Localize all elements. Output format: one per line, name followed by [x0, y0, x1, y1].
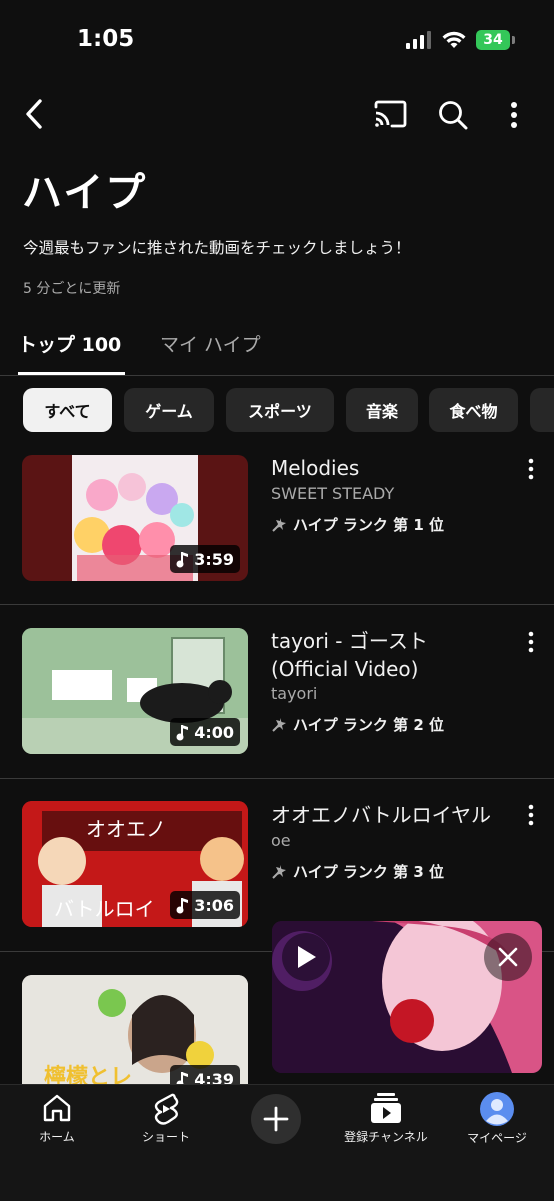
wifi-icon	[442, 31, 466, 48]
chip-more[interactable]	[530, 388, 554, 432]
video-menu-button[interactable]	[523, 804, 539, 826]
video-menu-button[interactable]	[523, 458, 539, 480]
hype-rank-text: ハイプ ランク 第 1 位	[293, 516, 445, 534]
list-divider	[0, 604, 554, 605]
video-thumbnail[interactable]: 檸檬とレ 4:39	[22, 975, 248, 1085]
music-note-icon	[176, 725, 189, 741]
hype-icon	[272, 517, 286, 532]
duration-text: 4:39	[194, 1069, 234, 1086]
back-arrow-icon	[26, 99, 42, 129]
hype-rank-text: ハイプ ランク 第 3 位	[293, 863, 445, 881]
hype-rank: ハイプ ランク 第 2 位	[271, 714, 444, 735]
signal-icon	[406, 31, 431, 49]
more-vert-icon	[528, 458, 534, 480]
duration-text: 3:59	[194, 549, 234, 569]
search-button[interactable]	[436, 98, 470, 132]
duration-text: 3:06	[194, 895, 234, 915]
music-note-icon	[176, 1072, 189, 1085]
nav-my-page-label: マイページ	[467, 1131, 527, 1145]
channel-name[interactable]: oe	[271, 831, 291, 850]
battery-indicator: 34	[476, 30, 515, 50]
hype-rank: ハイプ ランク 第 1 位	[271, 514, 444, 535]
create-button[interactable]	[251, 1094, 301, 1144]
page-description: 今週最もファンに推された動画をチェックしましょう！	[23, 239, 411, 257]
status-time: 1:05	[77, 26, 135, 52]
nav-home[interactable]: ホーム	[30, 1092, 84, 1145]
update-note: 5 分ごとに更新	[23, 281, 121, 297]
duration-badge: 3:59	[170, 545, 240, 573]
video-thumbnail[interactable]: 3:59	[22, 455, 248, 581]
chip-food[interactable]: 食べ物	[429, 388, 518, 432]
more-vert-icon	[511, 102, 517, 128]
cast-icon	[374, 100, 407, 128]
more-options-button[interactable]	[504, 100, 524, 130]
hype-icon	[272, 717, 286, 732]
channel-name[interactable]: tayori	[271, 684, 317, 703]
duration-badge: 4:39	[170, 1065, 240, 1085]
chip-music[interactable]: 音楽	[346, 388, 418, 432]
nav-subscriptions-label: 登録チャンネル	[344, 1130, 428, 1144]
music-note-icon	[176, 898, 189, 914]
nav-home-label: ホーム	[39, 1130, 75, 1144]
mini-player[interactable]	[272, 921, 542, 1073]
video-title[interactable]: tayori - ゴースト (Official Video)	[271, 627, 511, 683]
cast-button[interactable]	[372, 98, 408, 130]
hype-rank-text: ハイプ ランク 第 2 位	[293, 716, 445, 734]
chip-gaming[interactable]: ゲーム	[124, 388, 214, 432]
video-menu-button[interactable]	[523, 631, 539, 653]
close-icon	[498, 947, 518, 967]
status-icons: 34	[406, 30, 515, 50]
hype-icon	[272, 864, 286, 879]
tab-top-100[interactable]: トップ 100	[18, 330, 121, 357]
mini-player-close-button[interactable]	[484, 933, 532, 981]
home-icon	[43, 1094, 71, 1122]
plus-icon	[263, 1106, 289, 1132]
nav-my-page[interactable]: マイページ	[462, 1092, 532, 1146]
nav-shorts-label: ショート	[141, 1130, 190, 1144]
video-thumbnail[interactable]: オオエノ バトルロイ 3:06	[22, 801, 248, 927]
list-divider	[0, 778, 554, 779]
chip-all[interactable]: すべて	[23, 388, 112, 432]
thumbnail-text: バトルロイ	[54, 897, 155, 921]
back-button[interactable]	[18, 96, 50, 132]
avatar-icon	[480, 1092, 514, 1126]
duration-badge: 3:06	[170, 891, 240, 919]
search-icon	[439, 101, 468, 130]
music-note-icon	[176, 552, 189, 568]
tab-divider	[0, 375, 554, 376]
nav-shorts[interactable]: ショート	[138, 1092, 194, 1145]
thumbnail-text: オオエノ	[86, 817, 166, 841]
page-title: ハイプ	[22, 170, 148, 216]
more-vert-icon	[528, 804, 534, 826]
mini-player-play-button[interactable]	[282, 933, 330, 981]
play-icon	[298, 946, 316, 968]
subscriptions-icon	[371, 1093, 401, 1123]
channel-name[interactable]: SWEET STEADY	[271, 484, 394, 503]
tab-my-hype[interactable]: マイ ハイプ	[160, 330, 261, 357]
thumbnail-text: 檸檬とレ	[44, 1065, 133, 1085]
chip-sports[interactable]: スポーツ	[226, 388, 334, 432]
more-vert-icon	[528, 631, 534, 653]
video-title[interactable]: Melodies	[271, 454, 511, 482]
hype-rank: ハイプ ランク 第 3 位	[271, 861, 444, 882]
duration-badge: 4:00	[170, 718, 240, 746]
nav-subscriptions[interactable]: 登録チャンネル	[340, 1092, 432, 1145]
duration-text: 4:00	[194, 722, 234, 742]
video-title[interactable]: オオエノバトルロイヤル	[271, 801, 521, 829]
video-thumbnail[interactable]: 4:00	[22, 628, 248, 754]
shorts-icon	[154, 1093, 179, 1125]
